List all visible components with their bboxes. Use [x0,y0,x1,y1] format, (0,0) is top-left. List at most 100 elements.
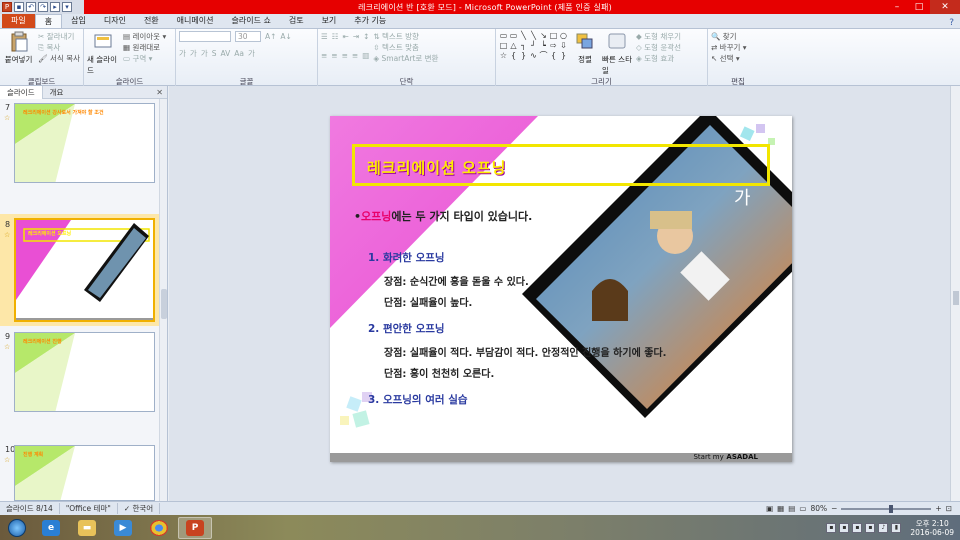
language[interactable]: ✓ 한국어 [118,503,161,514]
tab-slideshow[interactable]: 슬라이드 쇼 [222,14,279,28]
align-center-icon[interactable]: ≡ [331,50,337,61]
undo-icon[interactable]: ↶ [26,2,36,12]
editor-scrollbar[interactable] [950,86,960,501]
underline-icon[interactable]: 가 [201,48,208,59]
shrink-font-icon[interactable]: A↓ [280,31,291,42]
tray-icon[interactable]: ▪ [839,522,850,533]
numbering-icon[interactable]: ☷ [332,31,339,42]
tab-home[interactable]: 홈 [34,14,63,28]
align-left-icon[interactable]: ≡ [321,50,327,61]
font-name-box[interactable] [179,31,231,42]
font-color-icon[interactable]: 가 [248,48,255,59]
maximize-icon[interactable]: □ [908,0,930,14]
font-size-box[interactable]: 30 [235,31,261,42]
copy-button[interactable]: ⎘ 복사 [38,42,80,53]
curve-shape-icon[interactable]: ⌒ [539,51,548,60]
slide-thumbnail[interactable]: 레크리에이션 진행 [14,332,155,412]
tab-review[interactable]: 검토 [280,14,313,28]
rect-shape-icon[interactable]: □ [549,31,558,40]
powerpoint-app-icon[interactable]: P [2,2,12,12]
strikethrough-icon[interactable]: S [212,48,217,59]
tray-icon[interactable]: ▪ [826,522,837,533]
reset-button[interactable]: ▦ 원래대로 [123,42,166,53]
slide-thumbnail[interactable]: 레크리에이션 강사로서 가져야 할 조건 [14,103,155,183]
rect-shape-icon[interactable]: ▭ [499,31,508,40]
triangle-shape-icon[interactable]: △ [509,41,518,50]
rect-shape-icon[interactable]: ▭ [509,31,518,40]
connector-shape-icon[interactable]: ┘ [529,41,538,50]
brace-shape-icon[interactable]: { [509,51,518,60]
slide-thumbnail-row[interactable]: 7 ☆ 레크리에이션 강사로서 가져야 할 조건 [0,100,160,196]
increase-indent-icon[interactable]: ⇥ [353,31,359,42]
zoom-level[interactable]: 80% [810,504,827,513]
align-right-icon[interactable]: ≡ [342,50,348,61]
arrange-button[interactable]: 정렬 [572,31,598,65]
slides-panel-scrollbar[interactable] [159,99,167,501]
change-case-icon[interactable]: Aa [234,48,244,59]
item-2-pros[interactable]: 장점: 실패율이 적다. 부담감이 적다. 안정적인 진행을 하기에 좋다. [384,344,666,359]
line-shape-icon[interactable]: ╲ [519,31,528,40]
shape-fill-button[interactable]: ◆ 도형 채우기 [636,31,681,42]
brace-shape-icon[interactable]: } [559,51,568,60]
redo-icon[interactable]: ↷ [38,2,48,12]
tab-addins[interactable]: 추가 기능 [345,14,395,28]
minimize-icon[interactable]: – [886,0,908,14]
item-1-pros[interactable]: 장점: 순식간에 흥을 돋울 수 있다. [384,273,529,288]
columns-icon[interactable]: ▥ [362,50,369,61]
zoom-slider-thumb[interactable] [889,504,894,513]
item-1-cons[interactable]: 단점: 실패율이 높다. [384,294,472,309]
new-slide-button[interactable]: 새 슬라이드 [87,31,119,76]
item-3[interactable]: 3. 오프닝의 여러 실습 [368,392,468,407]
sorter-view-icon[interactable]: ▦ [777,504,784,513]
scrollbar-thumb[interactable] [953,291,959,305]
slide-title-box[interactable]: 레크리에이션 오프닝 [352,144,770,186]
arrow-shape-icon[interactable]: ⇩ [559,41,568,50]
reading-view-icon[interactable]: ▤ [788,504,795,513]
tray-icon[interactable]: ▪ [852,522,863,533]
connector-shape-icon[interactable]: ┕ [539,41,548,50]
layout-button[interactable]: ▤ 레이아웃 ▾ [123,31,166,42]
char-spacing-icon[interactable]: AV [220,48,230,59]
close-icon[interactable]: ✕ [930,0,960,14]
current-slide[interactable]: 가 레크리에이션 오프닝 •오프닝에는 두 가지 타입이 있습니다. 1. 화려… [330,116,792,462]
taskbar-explorer[interactable]: ▬ [70,517,104,539]
item-2-cons[interactable]: 단점: 흥이 천천히 오른다. [384,365,494,380]
bullets-icon[interactable]: ☰ [321,31,328,42]
star-shape-icon[interactable]: ☆ [499,51,508,60]
align-text-button[interactable]: ⇳ 텍스트 맞춤 [373,42,438,53]
quick-styles-button[interactable]: 빠른 스타일 [602,31,632,76]
oval-shape-icon[interactable]: ○ [559,31,568,40]
paste-button[interactable]: 붙여넣기 [3,31,34,65]
text-direction-button[interactable]: ⇅ 텍스트 방향 [373,31,438,42]
slide-thumbnail-row[interactable]: 10 ☆ 진행 계획 [0,442,160,501]
zoom-out-icon[interactable]: − [831,504,837,513]
slideshow-view-icon[interactable]: ▭ [799,504,806,513]
tab-insert[interactable]: 삽입 [62,14,95,28]
line-shape-icon[interactable]: ╲ [529,31,538,40]
theme-name[interactable]: "Office 테마" [60,503,118,514]
slide-thumbnail-row[interactable]: 9 ☆ 레크리에이션 진행 [0,329,160,421]
tray-icon[interactable]: ▪ [865,522,876,533]
italic-icon[interactable]: 가 [190,48,197,59]
smartart-button[interactable]: ◈ SmartArt로 변환 [373,53,438,64]
bullet-line[interactable]: •오프닝에는 두 가지 타입이 있습니다. [354,208,532,224]
save-icon[interactable]: ▪ [14,2,24,12]
shape-outline-button[interactable]: ◇ 도형 윤곽선 [636,42,681,53]
slide-thumbnail[interactable]: 레크리에이션 오프닝 [14,218,155,322]
shapes-gallery[interactable]: ▭ ▭ ╲ ╲ ↘ □ ○ □ △ ┐ ┘ ┕ ⇨ ⇩ ☆{} ∿ ⌒{} [499,31,568,60]
format-painter-button[interactable]: 🖌 서식 복사 [38,53,80,64]
brace-shape-icon[interactable]: } [519,51,528,60]
justify-icon[interactable]: ≡ [352,50,358,61]
start-button[interactable] [2,517,32,539]
taskbar-ie[interactable]: e [34,517,68,539]
bold-icon[interactable]: 가 [179,48,186,59]
section-button[interactable]: ▭ 구역 ▾ [123,53,166,64]
item-2[interactable]: 2. 편안한 오프닝 [368,321,445,336]
tab-transitions[interactable]: 전환 [135,14,168,28]
grow-font-icon[interactable]: A↑ [265,31,276,42]
find-button[interactable]: 🔍 찾기 [711,31,765,42]
curve-shape-icon[interactable]: ∿ [529,51,538,60]
shape-effects-button[interactable]: ◈ 도형 효과 [636,53,681,64]
volume-icon[interactable]: ♪ [878,522,889,533]
customize-qat-icon[interactable]: ▾ [62,2,72,12]
